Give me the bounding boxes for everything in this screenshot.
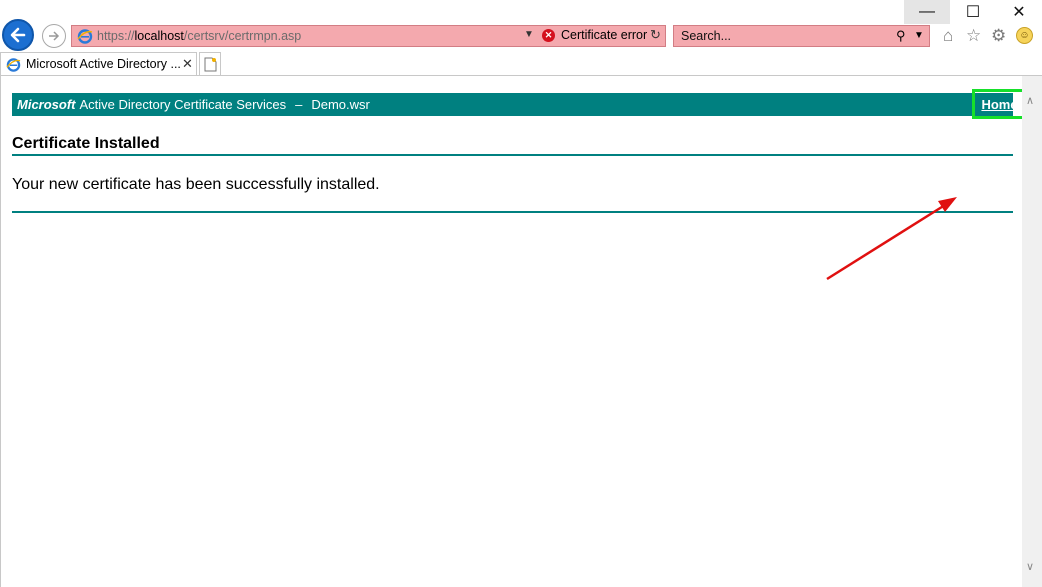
- certificate-error-label: Certificate error: [561, 28, 648, 42]
- search-box[interactable]: Search... ⚲ ▼: [673, 25, 930, 47]
- certificate-error-indicator[interactable]: ✕ Certificate error: [542, 28, 647, 42]
- favorites-star-icon[interactable]: ☆: [966, 26, 981, 46]
- service-banner: Microsoft Active Directory Certificate S…: [12, 89, 1027, 119]
- back-button[interactable]: [2, 19, 34, 51]
- ie-logo-icon: [77, 29, 93, 44]
- search-placeholder: Search...: [681, 29, 732, 43]
- minimize-button[interactable]: —: [904, 0, 950, 24]
- home-link[interactable]: Home: [981, 97, 1017, 112]
- scroll-down-icon[interactable]: ∨: [1026, 560, 1034, 573]
- tab-close-icon[interactable]: ✕: [182, 56, 193, 72]
- vertical-scrollbar[interactable]: ∧ ∨: [1022, 76, 1042, 587]
- page-content: Microsoft Active Directory Certificate S…: [0, 76, 1027, 587]
- forward-button[interactable]: [42, 24, 66, 48]
- browser-chrome: — ☐ ✕ https://localhost/certsrv/certrmpn…: [0, 0, 1042, 76]
- tab-title: Microsoft Active Directory ...: [26, 57, 181, 71]
- maximize-button[interactable]: ☐: [950, 0, 996, 24]
- scroll-up-icon[interactable]: ∧: [1026, 94, 1034, 107]
- brand-name: Microsoft: [17, 97, 76, 112]
- banner-separator: –: [295, 97, 303, 112]
- tab-active[interactable]: Microsoft Active Directory ... ✕: [0, 52, 197, 75]
- address-dropdown-icon[interactable]: ▼: [524, 29, 534, 40]
- refresh-icon[interactable]: ↻: [650, 27, 661, 43]
- home-link-highlight[interactable]: Home: [972, 89, 1027, 119]
- url-text[interactable]: https://localhost/certsrv/certrmpn.asp: [97, 29, 301, 43]
- home-icon[interactable]: ⌂: [943, 26, 953, 46]
- new-tab-icon: [204, 57, 216, 71]
- success-message: Your new certificate has been successful…: [12, 176, 380, 193]
- back-arrow-icon: [10, 27, 26, 43]
- forward-arrow-icon: [49, 31, 60, 41]
- search-icon[interactable]: ⚲: [896, 28, 906, 44]
- annotation-arrow-icon: [826, 197, 957, 281]
- close-window-button[interactable]: ✕: [996, 0, 1042, 24]
- error-icon: ✕: [542, 28, 555, 42]
- address-bar[interactable]: https://localhost/certsrv/certrmpn.asp ▼…: [71, 25, 666, 47]
- page-title: Certificate Installed: [12, 135, 160, 152]
- service-name: Active Directory Certificate Services: [79, 97, 287, 112]
- feedback-smiley-icon[interactable]: ☺: [1016, 27, 1033, 44]
- server-name: Demo.wsr: [311, 97, 370, 112]
- divider-top: [12, 154, 1013, 156]
- ie-logo-icon: [6, 57, 21, 72]
- settings-gear-icon[interactable]: ⚙: [991, 26, 1006, 46]
- search-dropdown-icon[interactable]: ▼: [914, 30, 924, 41]
- new-tab-button[interactable]: [199, 52, 221, 75]
